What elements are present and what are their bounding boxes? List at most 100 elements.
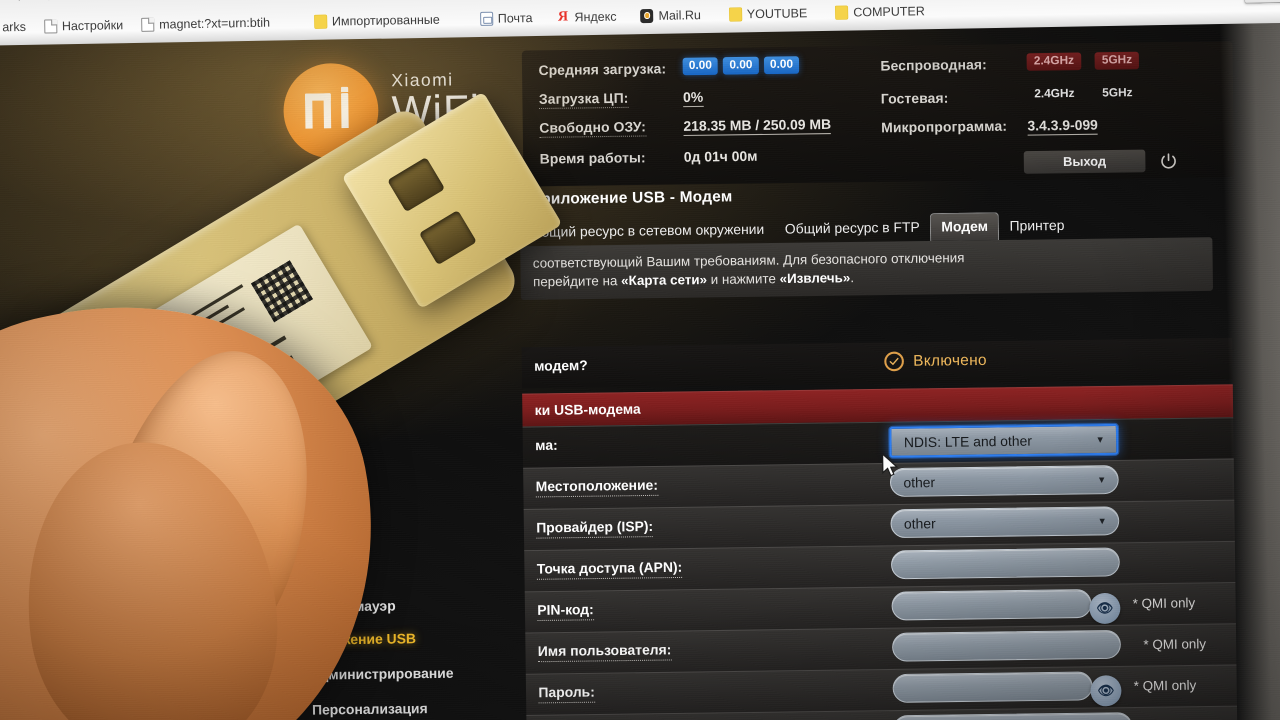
bookmark-label: COMPUTER <box>853 4 925 20</box>
notice-link-eject: «Извлечь» <box>779 269 851 287</box>
monitor-screen: Xiaomi WiFi router Средняя загрузка: 0.0… <box>0 0 1280 720</box>
screenshot-root: Xiaomi WiFi router Средняя загрузка: 0.0… <box>0 0 1280 720</box>
yandex-icon: Я <box>557 9 569 25</box>
input-username[interactable] <box>891 629 1121 662</box>
avg-load-badge-1: 0.00 <box>682 57 719 76</box>
wireless-label: Беспроводная: <box>880 56 987 74</box>
notice-box: соответствующий Вашим требованиям. Для б… <box>520 237 1214 300</box>
guest-band-5[interactable]: 5GHz <box>1095 85 1140 103</box>
chevron-down-icon: ▼ <box>1097 515 1107 527</box>
select-location-value: other <box>903 474 936 491</box>
mouse-cursor <box>882 452 901 480</box>
status-badge-enabled: Включено <box>884 350 987 372</box>
folder-icon <box>728 7 742 22</box>
bookmark-folder-imported[interactable]: Импортированные <box>306 11 448 31</box>
avg-load-badge-3: 0.00 <box>763 56 800 75</box>
modem-enable-row: модем? Включено <box>521 337 1233 389</box>
status-enabled-text: Включено <box>913 351 987 370</box>
bookmark-item-settings[interactable]: Настройки <box>36 16 132 36</box>
bookmark-item-magnet[interactable]: magnet:?xt=urn:btih <box>133 13 278 34</box>
hint-pin: * QMI only <box>1132 594 1196 612</box>
notice-part-a: перейдите на <box>532 272 622 290</box>
qr-code-graphic <box>250 260 314 323</box>
wireless-band-24[interactable]: 2.4GHz <box>1026 52 1082 71</box>
avg-load-row: Средняя загрузка: <box>538 61 666 78</box>
wireless-band-5[interactable]: 5GHz <box>1094 51 1140 70</box>
bookmark-item-pochta[interactable]: Почта <box>472 9 541 28</box>
select-location[interactable]: other ▼ <box>889 465 1119 497</box>
select-modem-type[interactable]: NDIS: LTE and other ▼ <box>889 423 1119 458</box>
label-apn: Точка доступа (APN): <box>536 559 683 580</box>
page-title: Приложение USB - Модем <box>529 187 733 209</box>
section-header-label: ки USB-модема <box>534 400 641 418</box>
input-password[interactable] <box>892 671 1093 703</box>
bookmark-item-arks[interactable]: arks <box>0 18 34 37</box>
check-circle-icon <box>884 351 905 372</box>
bookmark-folder-computer[interactable]: COMPUTER <box>827 2 933 22</box>
bookmark-label: YOUTUBE <box>746 6 808 22</box>
chevron-down-icon: ▼ <box>1097 474 1107 485</box>
bookmark-label: magnet:?xt=urn:btih <box>159 15 271 32</box>
bookmark-label: Почта <box>497 11 533 26</box>
notice-part-e: . <box>850 269 855 286</box>
cpu-load-value: 0% <box>682 89 704 108</box>
uptime-label: Время работы: <box>539 149 646 167</box>
bookmark-folder-youtube[interactable]: YOUTUBE <box>721 4 816 24</box>
label-modem-type: ма: <box>535 437 558 454</box>
logout-label: Выход <box>1063 154 1107 170</box>
tab-modem[interactable]: Модем <box>929 212 1000 241</box>
bookmark-label: arks <box>2 19 27 35</box>
logout-button[interactable]: Выход <box>1023 149 1146 174</box>
select-isp-value: other <box>903 515 936 532</box>
ram-row: Свободно ОЗУ: <box>539 118 647 138</box>
wireless-row: Беспроводная: <box>880 57 987 74</box>
label-location: Местоположение: <box>535 477 659 498</box>
tab-ftp-share[interactable]: Общий ресурс в FTP <box>774 214 930 243</box>
sidebar-item-personalization[interactable]: Персонализация <box>312 701 428 718</box>
bookmark-item-yandex[interactable]: Я Яндекс <box>548 7 624 26</box>
sidebar-label-personalization: Персонализация <box>311 700 428 718</box>
bookmark-label: Яндекс <box>574 9 617 25</box>
avg-load-label: Средняя загрузка: <box>538 61 667 79</box>
chevron-down-icon: ▼ <box>1095 434 1105 445</box>
select-modem-type-value: NDIS: LTE and other <box>903 432 1033 450</box>
bookmark-label: Импортированные <box>331 12 440 29</box>
input-pin[interactable] <box>891 589 1092 621</box>
cpu-load-label: Загрузка ЦП: <box>538 90 629 110</box>
hint-password: * QMI only <box>1133 677 1197 694</box>
firmware-value[interactable]: 3.4.3.9-099 <box>1027 117 1098 136</box>
bookmark-label: Mail.Ru <box>658 8 701 23</box>
folder-icon <box>835 5 849 20</box>
label-username: Имя пользователя: <box>537 641 672 663</box>
uptime-row: Время работы: <box>540 150 646 167</box>
page-icon <box>141 17 155 32</box>
page-icon <box>43 19 58 34</box>
label-isp: Провайдер (ISP): <box>536 518 654 539</box>
bookmark-item-mailru[interactable]: Mail.Ru <box>632 6 709 25</box>
select-isp[interactable]: other ▼ <box>890 506 1120 539</box>
modem-enable-label: модем? <box>534 357 588 374</box>
guest-row: Гостевая: <box>881 90 949 106</box>
label-password: Пароль: <box>538 684 595 704</box>
notice-part-c: и нажмите <box>706 270 780 288</box>
mailru-icon <box>640 8 654 24</box>
status-panel: Средняя загрузка: 0.00 0.00 0.00 Загрузк… <box>521 41 1235 187</box>
bookmark-label: Настройки <box>61 18 124 34</box>
uptime-value: 0д 01ч 00м <box>683 148 758 165</box>
power-icon[interactable] <box>1156 148 1181 173</box>
folder-icon <box>313 14 328 29</box>
label-pin: PIN-код: <box>537 601 594 622</box>
input-apn[interactable] <box>890 547 1120 580</box>
ram-value: 218.35 MB / 250.09 MB <box>683 116 832 137</box>
guest-band-24[interactable]: 2.4GHz <box>1027 85 1082 103</box>
tab-printer[interactable]: Принтер <box>999 212 1075 240</box>
ram-label: Свободно ОЗУ: <box>539 118 647 138</box>
avg-load-badge-2: 0.00 <box>723 56 759 75</box>
content-area: Приложение USB - Модем Общий ресурс в се… <box>519 173 1247 720</box>
cpu-load-row: Загрузка ЦП: <box>538 90 629 110</box>
hint-username: * QMI only <box>1143 635 1207 653</box>
firmware-row: Микропрограмма: <box>881 118 1007 135</box>
guest-label: Гостевая: <box>880 90 949 107</box>
avg-load-badges: 0.00 0.00 0.00 <box>682 56 805 76</box>
mail-icon <box>479 11 493 26</box>
